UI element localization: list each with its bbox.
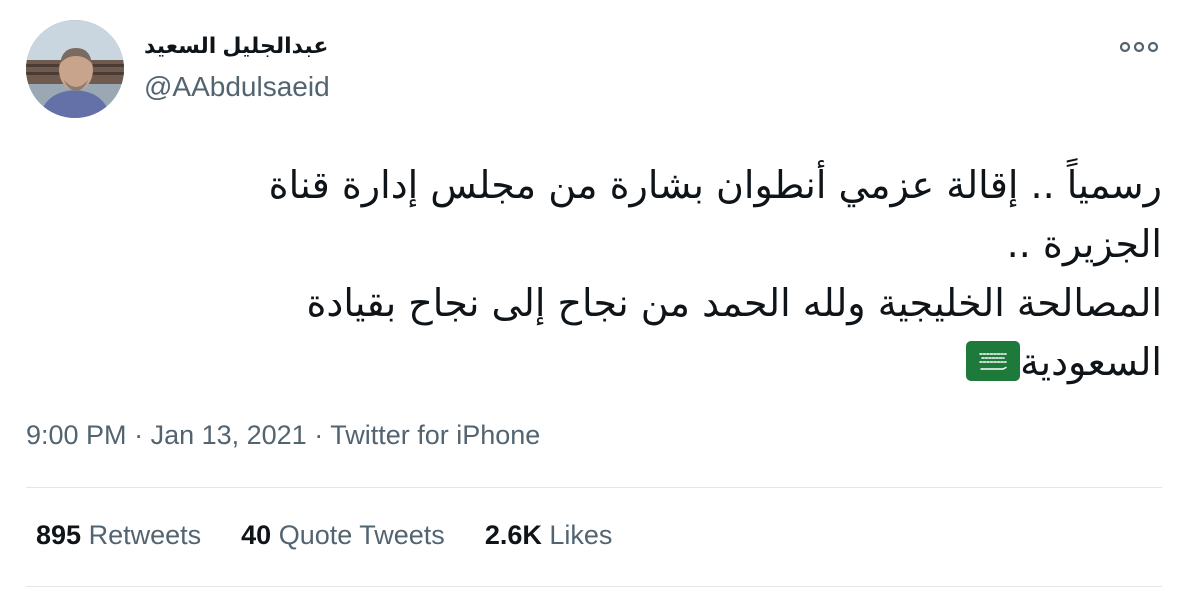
likes-label: Likes [549, 520, 613, 550]
retweets-count: 895 [36, 520, 82, 550]
tweet-line: السعودية [1020, 340, 1162, 384]
tweet-line: الجزيرة .. [1006, 222, 1162, 266]
tweet-meta: 9:00 PM · Jan 13, 2021 · Twitter for iPh… [26, 420, 540, 451]
quote-tweets-label: Quote Tweets [278, 520, 445, 550]
tweet-source[interactable]: Twitter for iPhone [330, 420, 540, 450]
tweet-date[interactable]: Jan 13, 2021 [151, 420, 307, 450]
tweet-text: رسمياً .. إقالة عزمي أنطوان بشارة من مجل… [40, 156, 1162, 392]
tweet-time[interactable]: 9:00 PM [26, 420, 127, 450]
divider [26, 586, 1162, 587]
quote-tweets-count: 40 [241, 520, 272, 550]
more-options-icon[interactable] [1116, 34, 1162, 60]
retweets-label: Retweets [88, 520, 202, 550]
quote-tweets-stat[interactable]: 40 Quote Tweets [241, 520, 445, 551]
author-display-name[interactable]: عبدالجليل السعيد [144, 33, 328, 59]
meta-separator: · [306, 420, 331, 450]
likes-stat[interactable]: 2.6K Likes [485, 520, 613, 551]
likes-count: 2.6K [484, 520, 542, 550]
retweets-stat[interactable]: 895 Retweets [36, 520, 201, 551]
author-handle[interactable]: @AAbdulsaeid [144, 71, 330, 103]
tweet-line: رسمياً .. إقالة عزمي أنطوان بشارة من مجل… [268, 163, 1162, 207]
tweet-line-last: السعودية [40, 333, 1162, 392]
meta-separator: · [126, 420, 151, 450]
saudi-flag-icon [966, 341, 1021, 381]
tweet-line: المصالحة الخليجية ولله الحمد من نجاح إلى… [306, 281, 1162, 325]
divider [26, 487, 1162, 488]
tweet-stats: 895 Retweets 40 Quote Tweets 2.6K Likes [36, 520, 612, 551]
avatar[interactable] [26, 20, 124, 118]
